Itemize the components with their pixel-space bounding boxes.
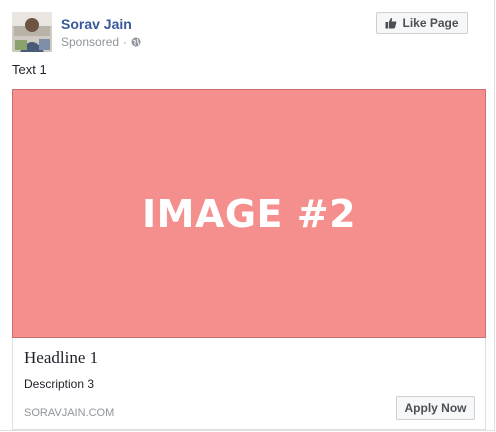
- ad-attachment[interactable]: IMAGE #2 Headline 1 Description 3 SORAVJ…: [12, 89, 486, 430]
- thumbs-up-icon: [385, 17, 397, 29]
- sponsored-post-card: Sorav Jain Sponsored · Like Page Text 1 …: [0, 0, 495, 431]
- ad-image-label: IMAGE #2: [141, 191, 357, 236]
- like-page-label: Like Page: [402, 16, 459, 30]
- globe-icon: [131, 37, 141, 47]
- sponsored-label[interactable]: Sponsored: [61, 35, 119, 49]
- meta-separator: ·: [123, 35, 128, 49]
- like-page-button[interactable]: Like Page: [376, 12, 468, 34]
- apply-now-button[interactable]: Apply Now: [396, 396, 475, 420]
- profile-photo-icon: [12, 12, 52, 52]
- ad-image[interactable]: IMAGE #2: [12, 89, 486, 338]
- post-body-text: Text 1: [12, 62, 47, 77]
- ad-headline[interactable]: Headline 1: [24, 348, 98, 368]
- post-header: Sorav Jain Sponsored · Like Page: [12, 12, 482, 52]
- ad-description: Description 3: [24, 377, 95, 391]
- sponsored-meta: Sponsored ·: [61, 35, 141, 49]
- page-name-link[interactable]: Sorav Jain: [61, 16, 132, 32]
- avatar[interactable]: [12, 12, 52, 52]
- ad-domain: SORAVJAIN.COM: [24, 407, 115, 419]
